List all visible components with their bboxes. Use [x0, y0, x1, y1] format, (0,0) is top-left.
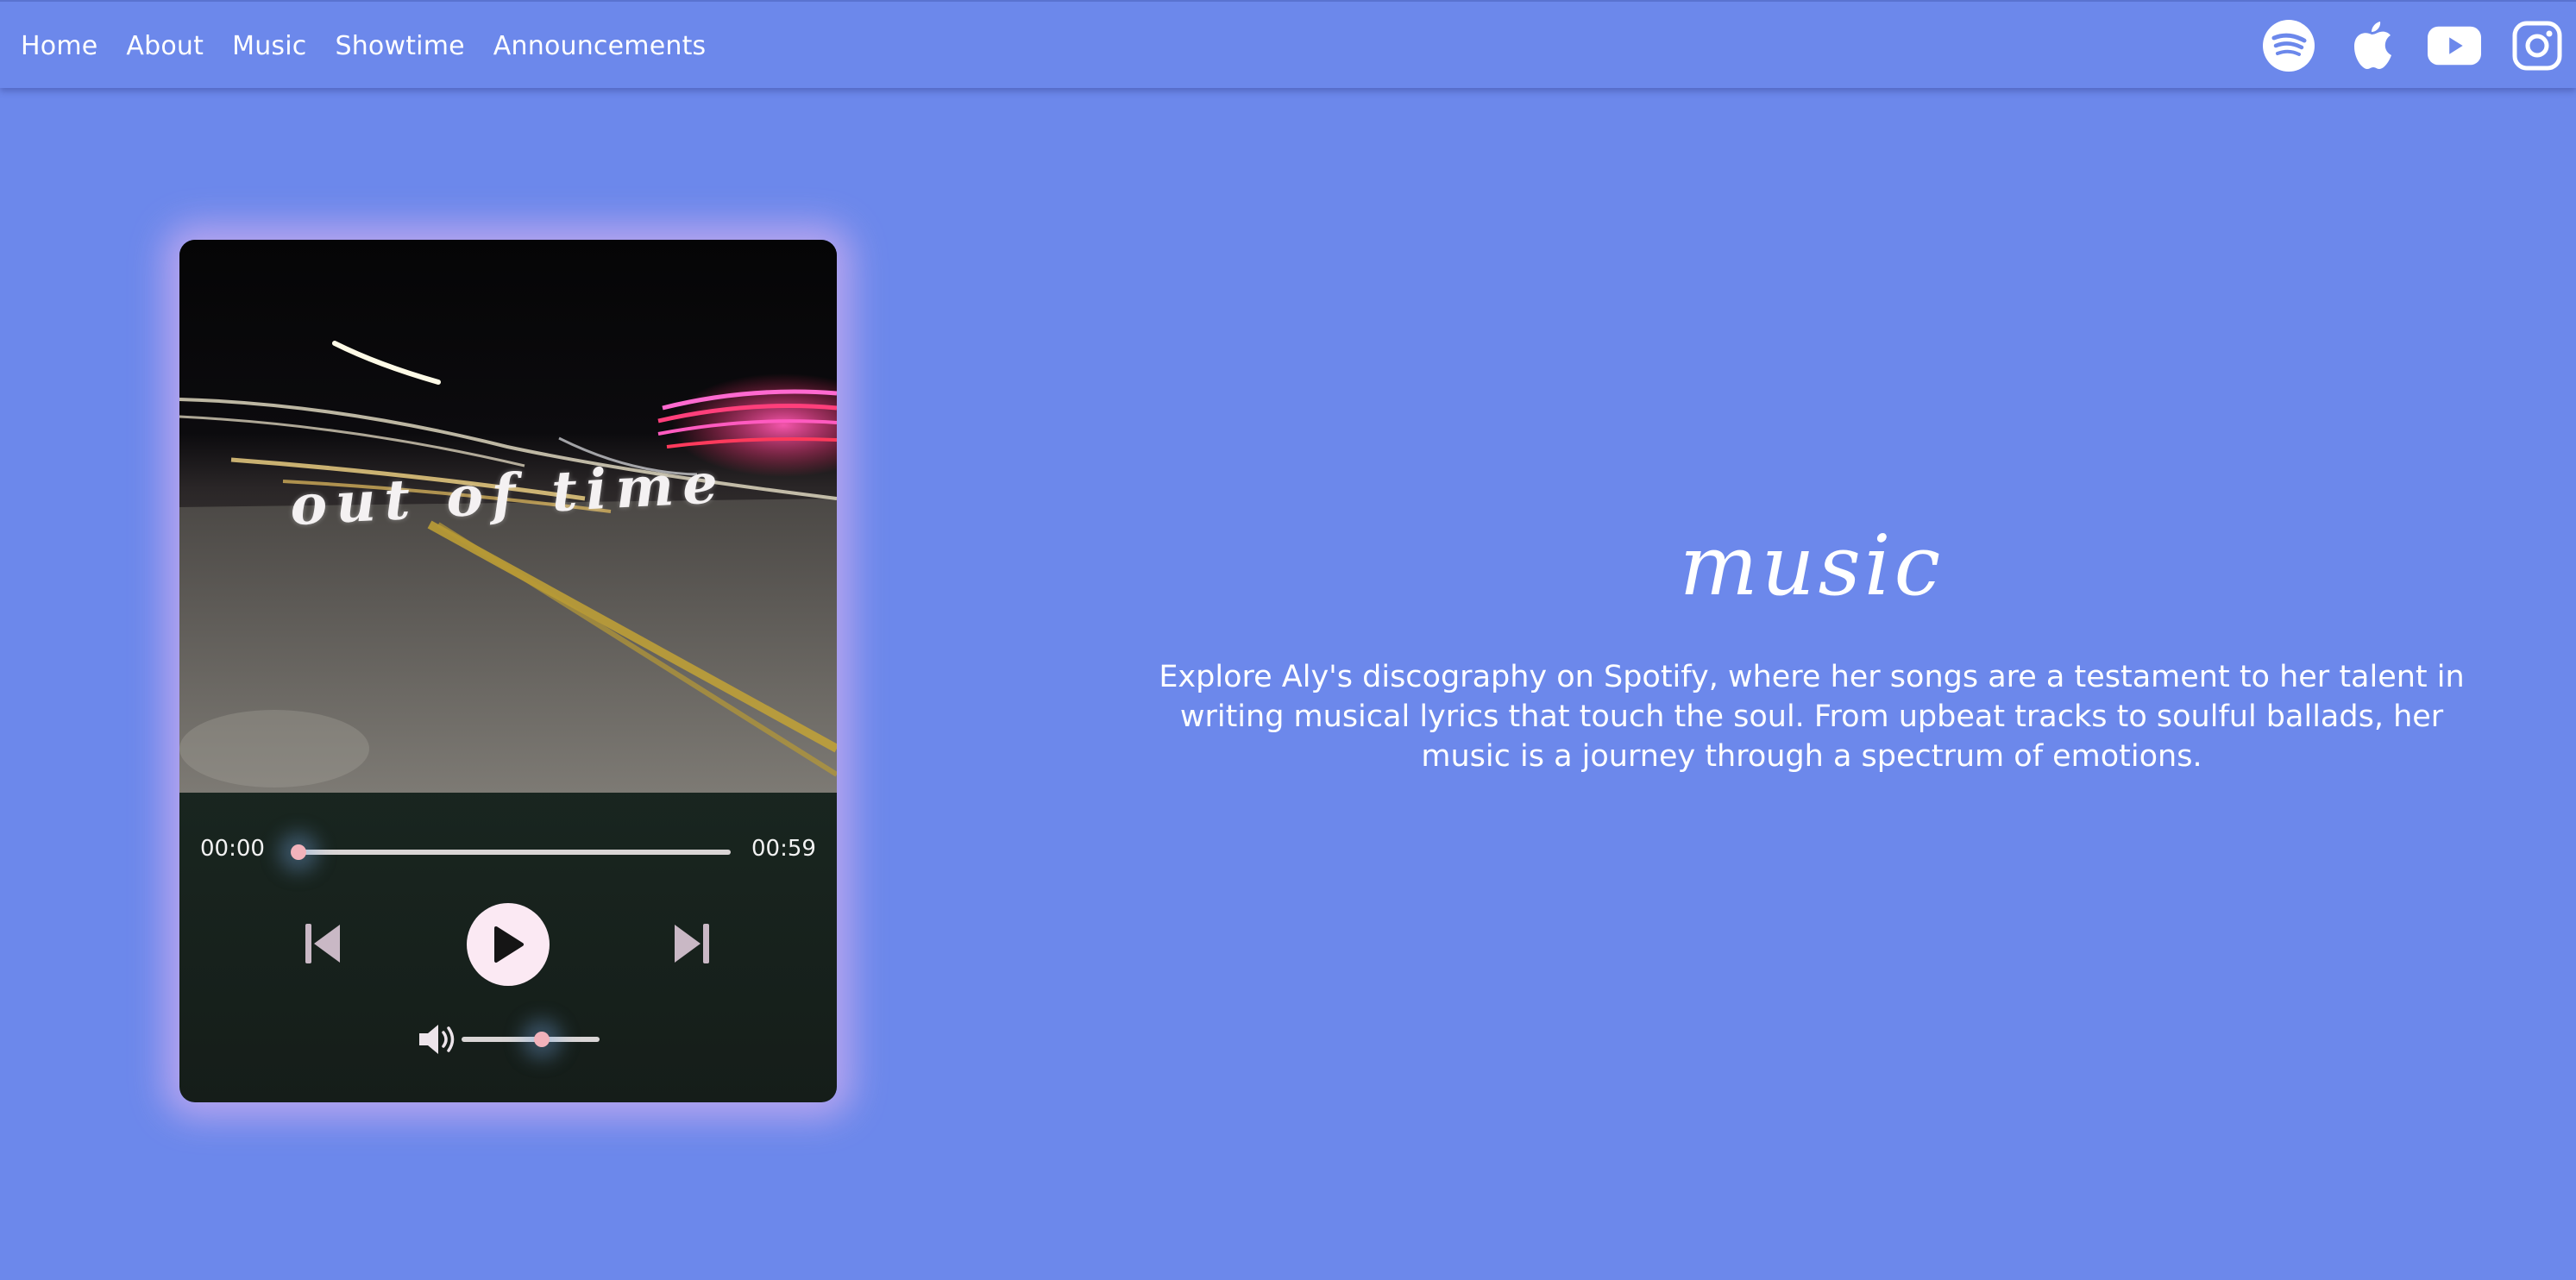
nav-link-showtime[interactable]: Showtime [335, 31, 464, 61]
play-icon [494, 926, 524, 963]
spotify-link[interactable] [2262, 19, 2315, 72]
section-heading: music [1679, 518, 1945, 614]
current-time: 00:00 [200, 836, 265, 862]
progress-bar[interactable] [298, 850, 731, 855]
instagram-link[interactable] [2510, 19, 2564, 72]
volume-slider[interactable] [462, 1037, 600, 1042]
skip-previous-icon [305, 924, 340, 963]
volume-icon [419, 1025, 455, 1054]
total-time: 00:59 [751, 836, 816, 862]
nav-link-announcements[interactable]: Announcements [493, 31, 707, 61]
spotify-icon [2263, 20, 2315, 72]
nav-link-home[interactable]: Home [21, 31, 97, 61]
social-links [2262, 2, 2564, 90]
youtube-icon [2428, 26, 2481, 66]
skip-next-icon [675, 924, 709, 963]
album-cover: out of time [179, 240, 837, 793]
volume-button[interactable] [418, 1023, 462, 1056]
youtube-link[interactable] [2428, 19, 2481, 72]
nav-links: Home About Music Showtime Announcements [21, 2, 706, 90]
nav-link-music[interactable]: Music [232, 31, 306, 61]
top-navbar: Home About Music Showtime Announcements [0, 0, 2576, 88]
previous-track-button[interactable] [302, 921, 343, 966]
apple-icon [2354, 22, 2391, 69]
progress-handle[interactable] [291, 844, 306, 860]
next-track-button[interactable] [671, 921, 713, 966]
play-button[interactable] [467, 903, 550, 986]
instagram-icon [2512, 21, 2562, 71]
section-description: Explore Aly's discography on Spotify, wh… [1159, 660, 2465, 774]
apple-music-link[interactable] [2345, 19, 2398, 72]
volume-handle[interactable] [534, 1032, 550, 1047]
nav-link-about[interactable]: About [126, 31, 204, 61]
